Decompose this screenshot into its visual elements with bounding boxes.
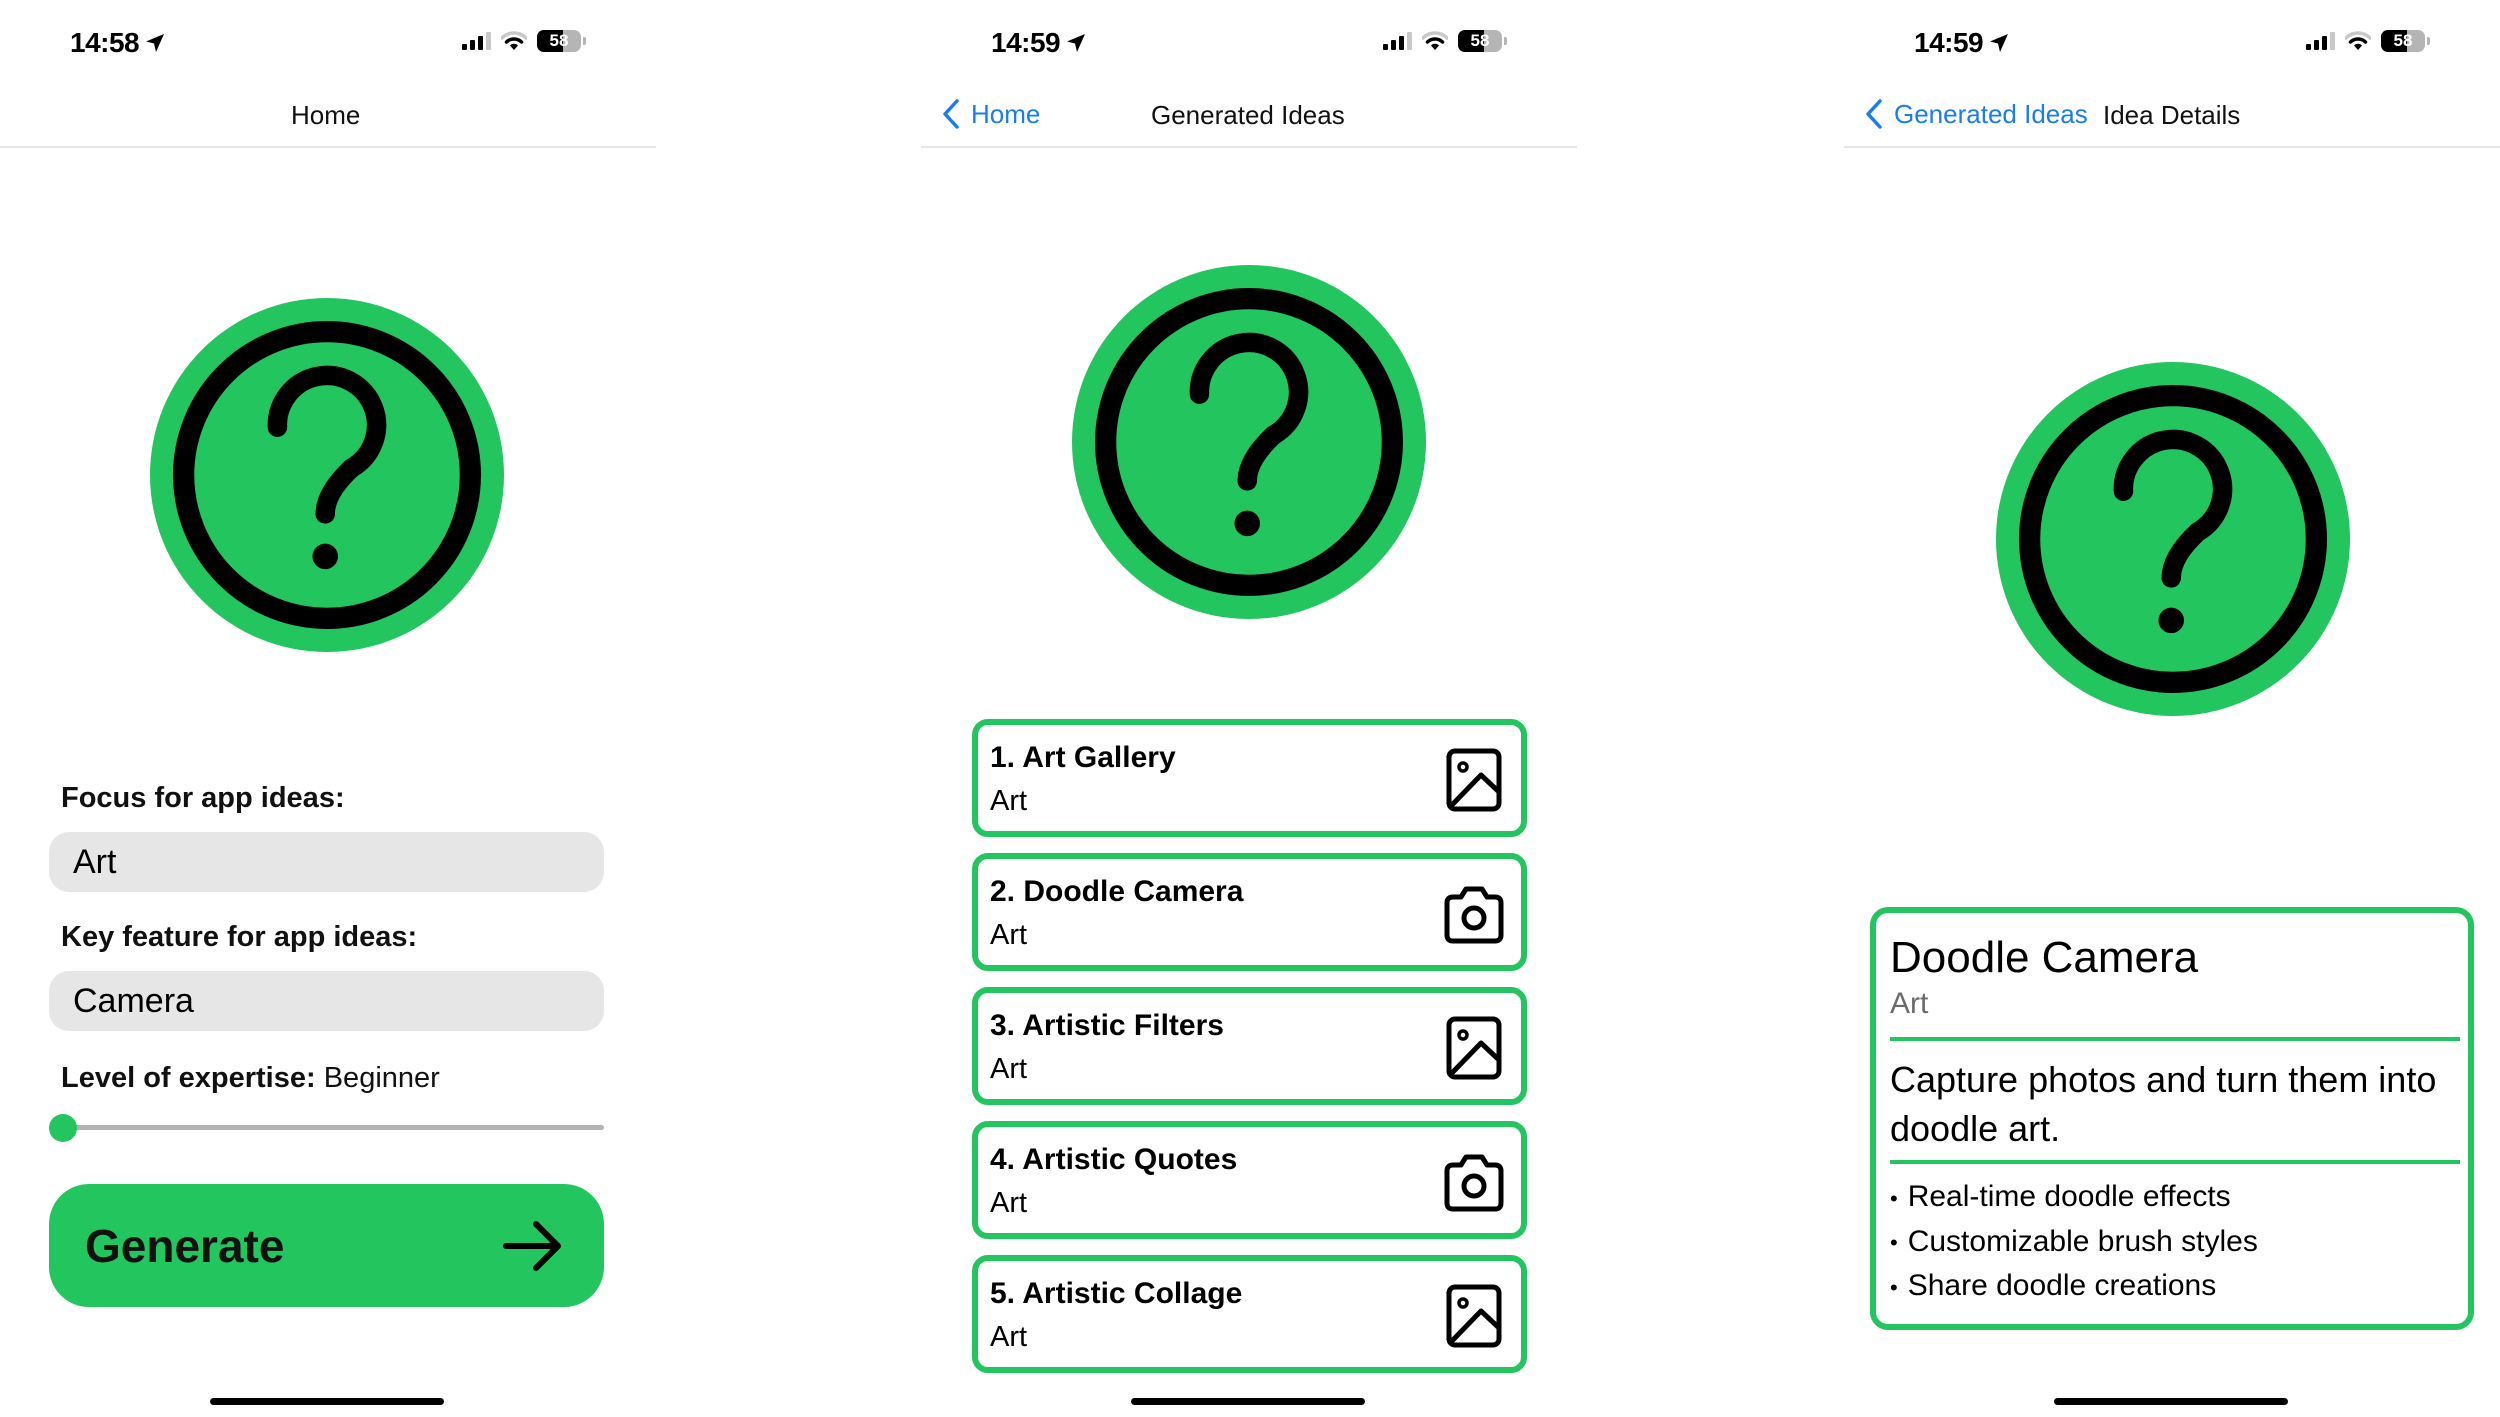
location-arrow-icon: [1067, 34, 1086, 52]
navigation-bar: Home Generated Ideas: [921, 92, 1577, 148]
idea-description: Capture photos and turn them into doodle…: [1890, 1059, 2437, 1149]
home-indicator[interactable]: [2054, 1398, 2288, 1405]
cellular-signal-icon: [1383, 32, 1412, 50]
focus-input[interactable]: [49, 832, 604, 892]
idea-list-item[interactable]: 4. Artistic Quotes Art: [972, 1121, 1527, 1239]
feature-item: Share doodle creations: [1890, 1264, 2258, 1309]
question-circle-icon: [1072, 265, 1426, 619]
battery-icon: 58: [2381, 30, 2425, 52]
feature-list: Real-time doodle effects Customizable br…: [1890, 1175, 2258, 1309]
idea-details-screen: 14:59 58 Generated Ideas Idea Details Do…: [1844, 0, 2500, 1417]
expertise-label: Level of expertise: Beginner: [61, 1062, 440, 1094]
idea-detail-card: Doodle Camera Art Capture photos and tur…: [1870, 907, 2474, 1330]
wifi-icon: [1422, 31, 1448, 51]
navigation-bar: Generated Ideas Idea Details: [1844, 92, 2500, 148]
chevron-left-icon: [1866, 99, 1882, 129]
slider-track: [49, 1125, 604, 1130]
arrow-right-icon: [503, 1220, 561, 1271]
idea-list-item[interactable]: 3. Artistic Filters Art: [972, 987, 1527, 1105]
key-feature-label: Key feature for app ideas:: [61, 921, 418, 953]
status-time: 14:59: [1914, 27, 2011, 59]
divider: [1890, 1160, 2460, 1164]
back-button-generated-ideas[interactable]: Generated Ideas: [1864, 98, 2088, 130]
camera-icon: [1441, 1149, 1507, 1215]
camera-icon: [1441, 881, 1507, 947]
status-icons: 58: [1383, 30, 1507, 52]
nav-title: Idea Details: [2103, 100, 2241, 130]
home-indicator[interactable]: [210, 1398, 444, 1405]
back-button-home[interactable]: Home: [941, 98, 1040, 130]
chevron-left-icon: [943, 99, 959, 129]
generate-button[interactable]: Generate: [49, 1184, 604, 1307]
wifi-icon: [501, 31, 527, 51]
photo-icon: [1441, 1015, 1507, 1081]
idea-list-item[interactable]: 2. Doodle Camera Art: [972, 853, 1527, 971]
photo-icon: [1441, 747, 1507, 813]
key-feature-input[interactable]: [49, 971, 604, 1031]
location-arrow-icon: [146, 34, 165, 52]
home-indicator[interactable]: [1131, 1398, 1365, 1405]
status-icons: 58: [462, 30, 586, 52]
expertise-value: Beginner: [323, 1062, 440, 1094]
idea-list-item[interactable]: 5. Artistic Collage Art: [972, 1255, 1527, 1373]
battery-icon: 58: [1458, 30, 1502, 52]
nav-title: Generated Ideas: [1151, 100, 1345, 130]
status-time: 14:59: [991, 27, 1088, 59]
idea-title: Doodle Camera: [1890, 933, 2199, 982]
location-arrow-icon: [1990, 34, 2009, 52]
cellular-signal-icon: [462, 32, 491, 50]
generated-ideas-screen: 14:59 58 Home Generated Ideas 1. Art Gal…: [921, 0, 1577, 1417]
home-screen: 14:58 58 Home Focus for app ideas: Key f…: [0, 0, 656, 1417]
divider: [1890, 1037, 2460, 1041]
question-circle-icon: [1996, 362, 2350, 716]
slider-thumb[interactable]: [49, 1114, 77, 1142]
battery-icon: 58: [537, 30, 581, 52]
status-time: 14:58: [70, 27, 167, 59]
nav-title: Home: [291, 100, 361, 130]
photo-icon: [1441, 1283, 1507, 1349]
cellular-signal-icon: [2306, 32, 2335, 50]
navigation-bar: Home: [0, 92, 656, 148]
status-icons: 58: [2306, 30, 2430, 52]
idea-category: Art: [1890, 987, 1929, 1020]
feature-item: Customizable brush styles: [1890, 1220, 2258, 1265]
feature-item: Real-time doodle effects: [1890, 1175, 2258, 1220]
focus-label: Focus for app ideas:: [61, 782, 345, 814]
idea-list-item[interactable]: 1. Art Gallery Art: [972, 719, 1527, 837]
question-circle-icon: [150, 298, 504, 652]
wifi-icon: [2345, 31, 2371, 51]
expertise-slider[interactable]: [49, 1114, 604, 1142]
